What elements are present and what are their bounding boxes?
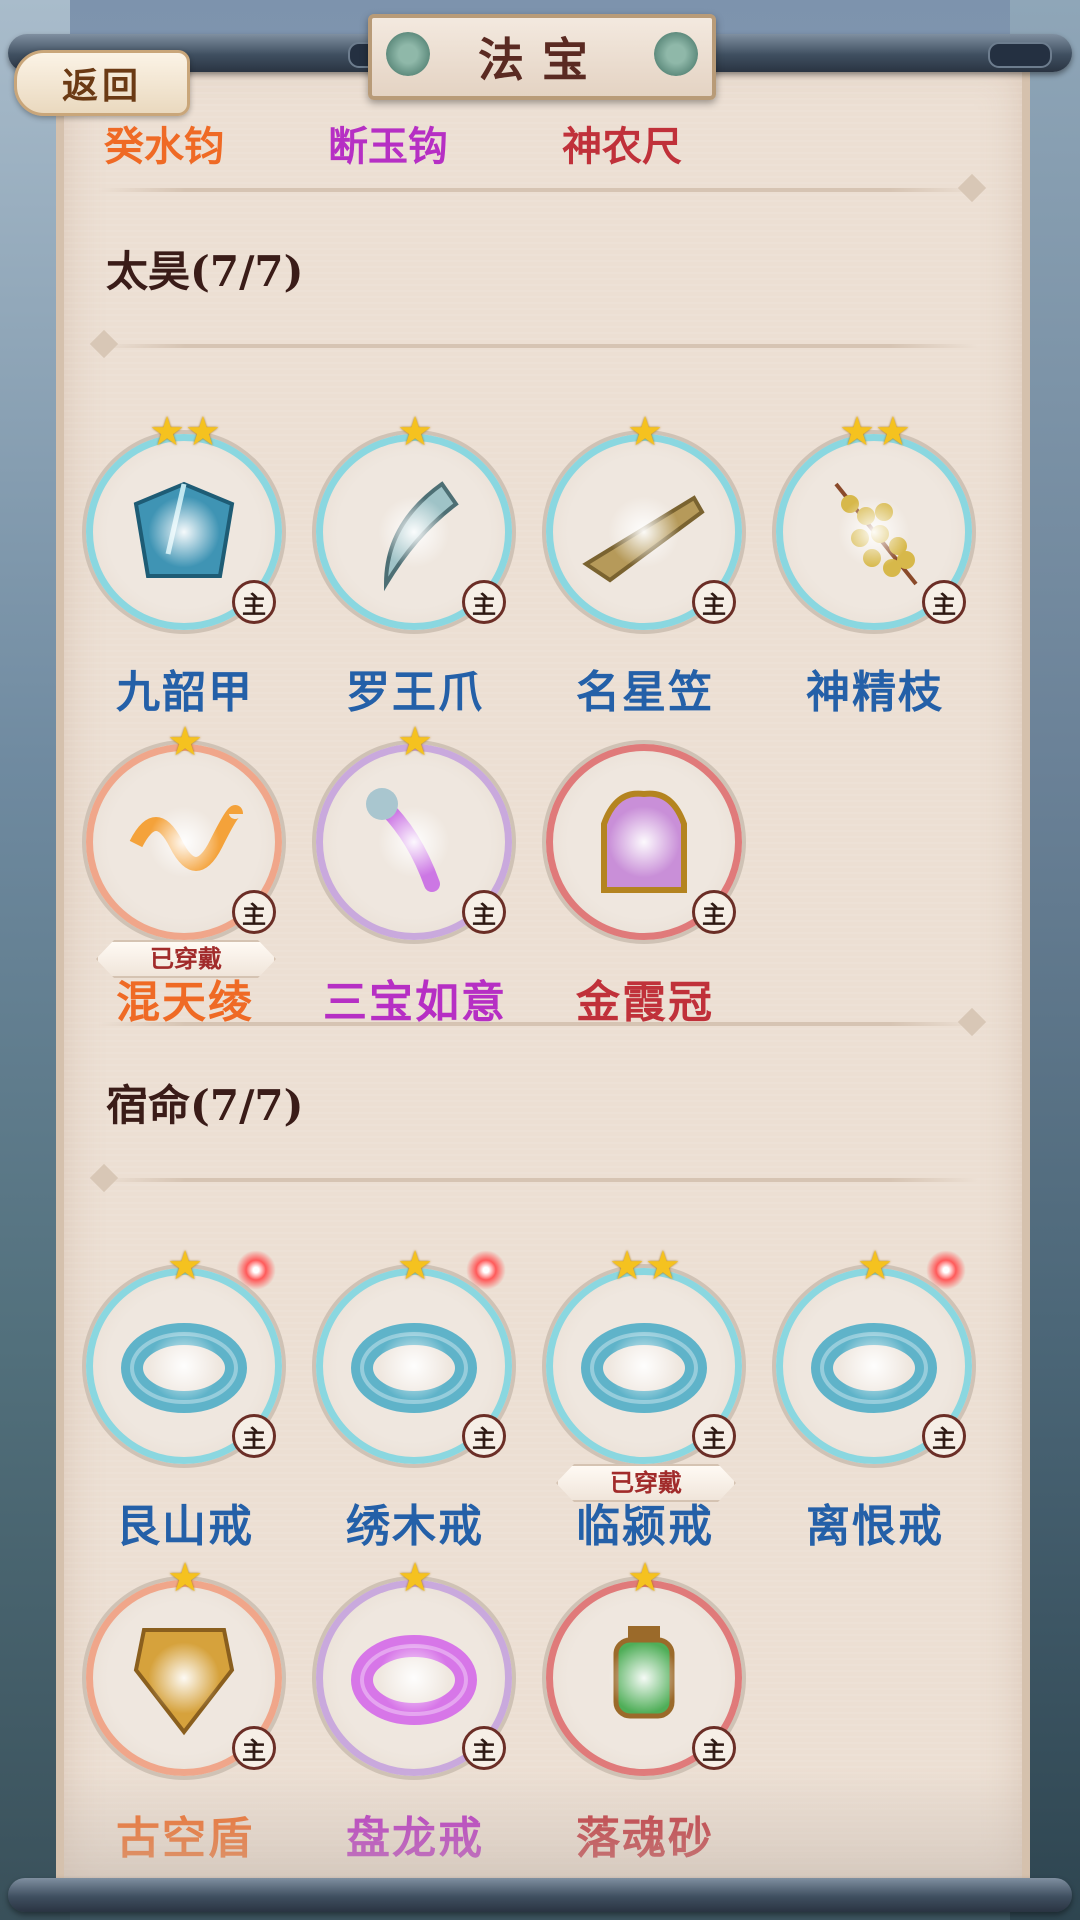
treasure-item[interactable]: ★★ 主已穿戴 临颍戒 [540, 1238, 750, 1552]
main-badge: 主 [692, 1726, 736, 1770]
main-badge: 主 [922, 1414, 966, 1458]
glow-effect [838, 1330, 910, 1402]
star-rating-icon: ★ [397, 409, 433, 455]
star-rating-icon: ★ [167, 1243, 203, 1289]
glow-effect [608, 1330, 680, 1402]
treasure-item[interactable]: ★ 主离恨戒 [770, 1238, 980, 1552]
star-rating-icon: ★★ [149, 409, 221, 455]
item-name: 离恨戒 [806, 1501, 944, 1552]
star-rating-icon: ★ [397, 719, 433, 765]
back-button-label: 返回 [61, 65, 142, 107]
section-title-taihao: 太昊(7/7) [106, 247, 304, 296]
section-divider [98, 1178, 978, 1182]
glow-effect [378, 1330, 450, 1402]
item-name: 临颍戒 [576, 1501, 714, 1552]
item-name: 神精枝 [806, 667, 944, 718]
main-badge: 主 [462, 1414, 506, 1458]
treasure-list[interactable]: 癸水钧 断玉钩 神农尺 太昊(7/7) ★★ 主九韶甲 ★ 主罗王爪 ★ 主名星笠 ★★ 主神… [64, 62, 1022, 1888]
star-rating-icon: ★ [627, 1555, 663, 1601]
scroll-rod-bottom [8, 1878, 1072, 1912]
item-name: 金霞冠 [576, 977, 714, 1028]
main-badge: 主 [462, 890, 506, 934]
section-divider [98, 344, 978, 348]
main-badge: 主 [232, 1414, 276, 1458]
star-rating-icon: ★ [397, 1555, 433, 1601]
main-badge: 主 [922, 580, 966, 624]
main-badge: 主 [462, 580, 506, 624]
item-name: 九韶甲 [116, 667, 254, 718]
section-divider [98, 1022, 978, 1026]
treasure-item[interactable]: ★ 主绣木戒 [310, 1238, 520, 1552]
treasure-item[interactable]: ★ 主艮山戒 [80, 1238, 290, 1552]
back-button[interactable]: 返回 [14, 50, 190, 116]
glow-effect [148, 1642, 220, 1714]
glow-effect [378, 806, 450, 878]
item-name: 艮山戒 [116, 1501, 254, 1552]
main-badge: 主 [692, 1414, 736, 1458]
glow-effect [608, 496, 680, 568]
glow-effect [148, 1330, 220, 1402]
main-badge: 主 [692, 890, 736, 934]
glow-effect [608, 1642, 680, 1714]
treasure-item[interactable]: ★ 主罗王爪 [310, 404, 520, 718]
star-rating-icon: ★★ [839, 409, 911, 455]
treasure-item[interactable]: ★ 主三宝如意 [310, 714, 520, 1028]
treasure-item[interactable]: ★ 主名星笠 [540, 404, 750, 718]
main-badge: 主 [692, 580, 736, 624]
glow-effect [838, 496, 910, 568]
glow-effect [378, 1642, 450, 1714]
item-name: 罗王爪 [346, 667, 484, 718]
previous-row-partial: 癸水钧 断玉钩 神农尺 [64, 114, 1022, 170]
star-rating-icon: ★★ [609, 1243, 681, 1289]
star-rating-icon: ★ [167, 1555, 203, 1601]
star-rating-icon: ★ [627, 409, 663, 455]
item-name: 混天绫 [116, 977, 254, 1028]
item-name: 神农尺 [562, 123, 682, 170]
star-rating-icon: ★ [167, 719, 203, 765]
star-rating-icon: ★ [857, 1243, 893, 1289]
title-plaque: 法宝 [368, 14, 716, 100]
leaf-ornament-icon [654, 32, 698, 76]
rod-cap [988, 42, 1052, 68]
bottom-mist [64, 1768, 1022, 1888]
scroll-paper[interactable]: 癸水钧 断玉钩 神农尺 太昊(7/7) ★★ 主九韶甲 ★ 主罗王爪 ★ 主名星笠 ★★ 主神… [56, 62, 1030, 1888]
main-badge: 主 [462, 1726, 506, 1770]
glow-effect [148, 496, 220, 568]
main-badge: 主 [232, 890, 276, 934]
item-name: 断玉钩 [328, 123, 448, 170]
section-divider [98, 188, 978, 192]
treasure-item[interactable]: 主金霞冠 [540, 714, 750, 1028]
leaf-ornament-icon [386, 32, 430, 76]
item-name: 名星笠 [576, 667, 714, 718]
page-title: 法宝 [478, 33, 606, 87]
glow-effect [148, 806, 220, 878]
star-rating-icon: ★ [397, 1243, 433, 1289]
treasure-item[interactable]: ★★ 主神精枝 [770, 404, 980, 718]
item-name: 癸水钧 [104, 123, 224, 170]
treasure-item[interactable]: ★ 主已穿戴 混天绫 [80, 714, 290, 1028]
main-badge: 主 [232, 580, 276, 624]
treasure-item[interactable]: ★★ 主九韶甲 [80, 404, 290, 718]
item-name: 绣木戒 [346, 1501, 484, 1552]
section-title-suming: 宿命(7/7) [106, 1081, 304, 1130]
glow-effect [608, 806, 680, 878]
main-badge: 主 [232, 1726, 276, 1770]
item-name: 三宝如意 [323, 977, 507, 1028]
glow-effect [378, 496, 450, 568]
